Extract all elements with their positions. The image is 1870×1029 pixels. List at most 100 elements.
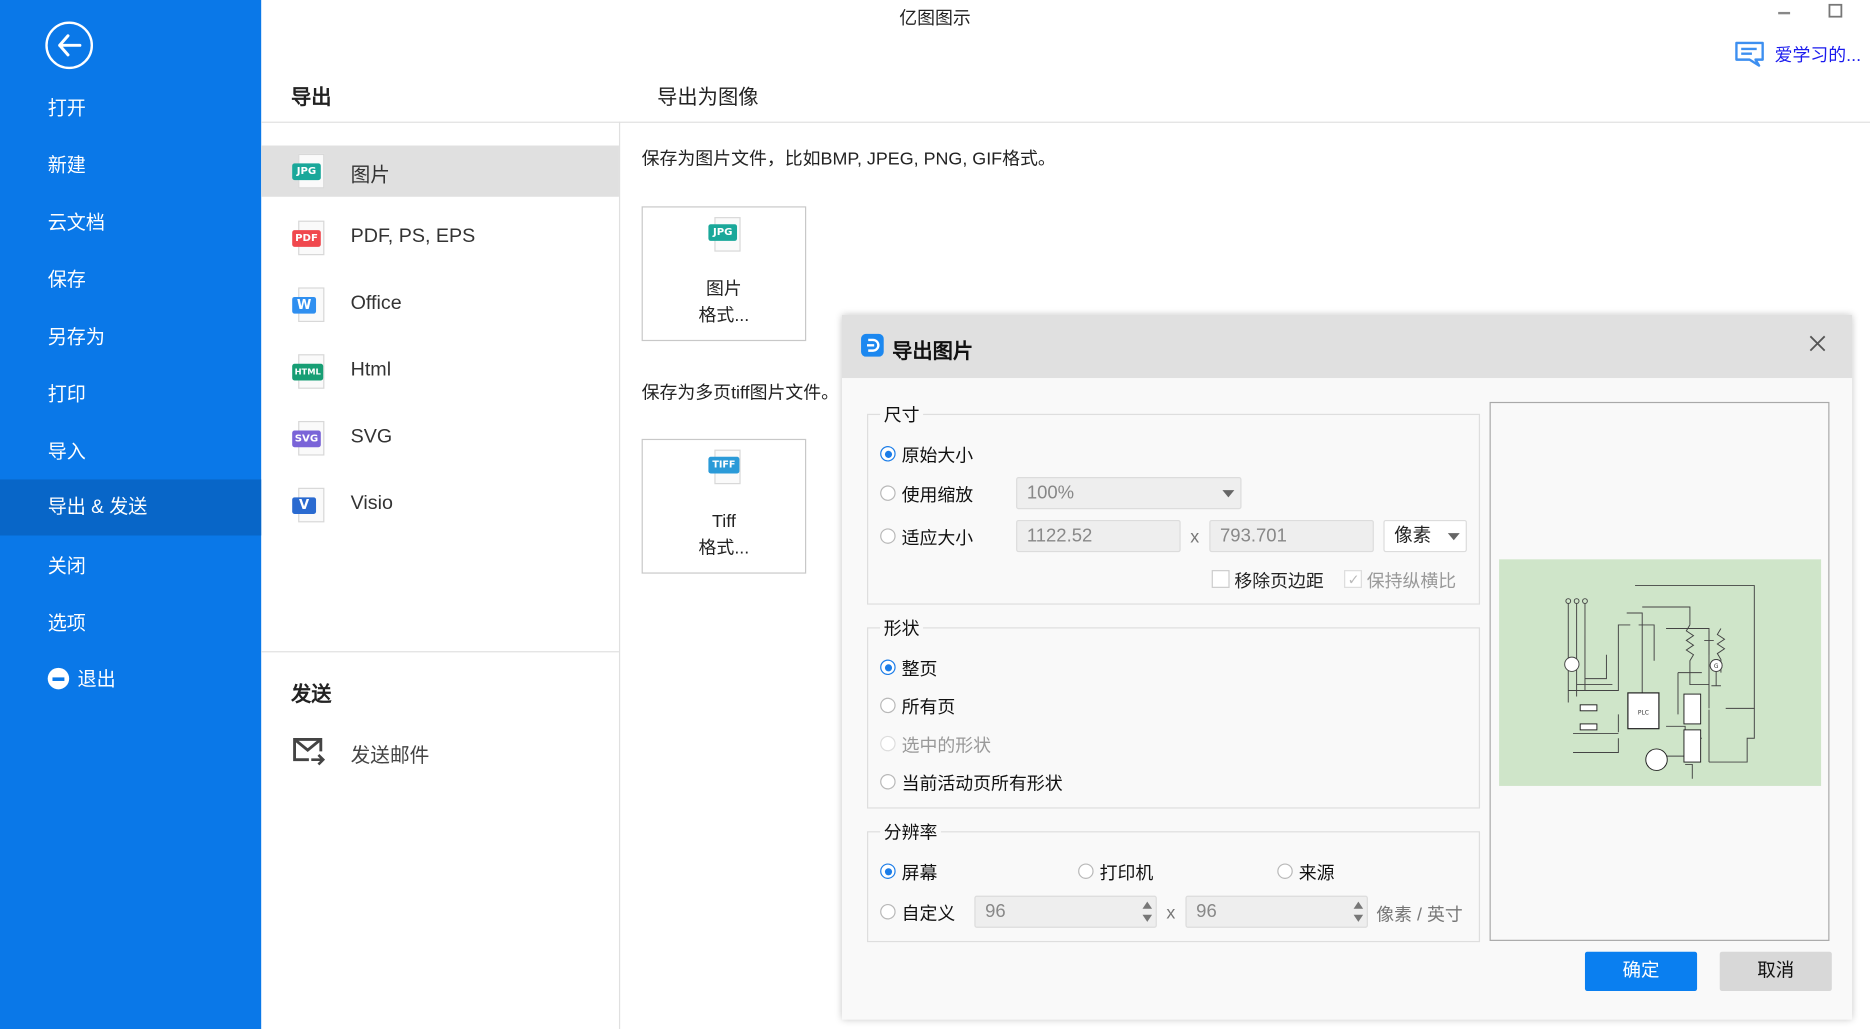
format-item-pdf[interactable]: PDF PDF, PS, EPS (261, 212, 619, 263)
exit-icon (47, 667, 70, 690)
spin-down-icon (1142, 914, 1153, 922)
sidebar-item-save[interactable]: 保存 (0, 253, 261, 309)
tiff-description: 保存为多页tiff图片文件。 (641, 382, 840, 404)
motor-symbol (1564, 656, 1580, 672)
dialog-title: 导出图片 (892, 339, 974, 363)
tile-line2: 格式... (698, 305, 750, 326)
x-label: x (1166, 902, 1176, 924)
export-heading: 导出 (290, 85, 332, 109)
send-divider (261, 651, 619, 653)
image-format-tile[interactable]: JPG 图片 格式... (641, 206, 807, 342)
width-input[interactable]: 1122.52 (1016, 519, 1181, 553)
export-image-dialog: 导出图片 尺寸 原始大小 使用缩放 100% 适应大小 1122.52 x 79… (841, 314, 1853, 1020)
sidebar-item-open[interactable]: 打开 (0, 81, 261, 137)
user-account-link[interactable]: 爱学习的... (1734, 39, 1861, 68)
app-window: 打开 新建 云文档 保存 另存为 打印 导入 导出 & 发送 关闭 选项 退出 … (0, 0, 1870, 1029)
size-group: 尺寸 原始大小 使用缩放 100% 适应大小 1122.52 x 793.701… (867, 401, 1481, 605)
format-item-visio[interactable]: V Visio (261, 479, 619, 530)
switch-2 (1579, 723, 1598, 731)
app-title: 亿图图示 (899, 8, 971, 29)
format-label: Html (350, 358, 392, 381)
x-label: x (1190, 527, 1200, 548)
tiff-file-icon: TIFF (708, 449, 741, 488)
spin-up-icon (1142, 901, 1153, 909)
tile-line1: 图片 (706, 279, 742, 300)
dpi-x-stepper[interactable]: 96 (974, 895, 1157, 928)
svg-file-icon: SVG (292, 420, 325, 457)
tiff-format-tile[interactable]: TIFF Tiff 格式... (641, 438, 807, 574)
circuit-diagram-thumbnail: PLC G (1564, 585, 1755, 779)
preview-pane: PLC G (1489, 401, 1830, 941)
spin-down-icon (1353, 914, 1364, 922)
format-item-html[interactable]: HTML Html (261, 346, 619, 397)
unit-select[interactable]: 像素 (1383, 519, 1467, 553)
format-label: SVG (350, 425, 393, 448)
send-heading: 发送 (290, 683, 332, 707)
jpg-file-icon: JPG (708, 217, 741, 255)
plc-label: PLC (1638, 709, 1649, 716)
sidebar-item-label: 导入 (47, 442, 86, 463)
format-item-svg[interactable]: SVG SVG (261, 413, 619, 464)
sidebar-item-new[interactable]: 新建 (0, 138, 261, 194)
tile-line2: 格式... (698, 537, 750, 559)
visio-file-icon: V (292, 487, 325, 524)
html-file-icon: HTML (292, 354, 325, 390)
ok-button[interactable]: 确定 (1584, 951, 1698, 992)
size-legend: 尺寸 (880, 401, 924, 427)
resolution-group: 分辨率 屏幕 打印机 来源 自定义 96 x 96 像素 / 英寸 (867, 819, 1481, 943)
format-item-office[interactable]: W Office (261, 279, 619, 330)
format-label: PDF, PS, EPS (350, 225, 476, 247)
sidebar-item-save-as[interactable]: 另存为 (0, 310, 261, 366)
header-divider (261, 121, 1870, 123)
format-item-image[interactable]: JPG 图片 (261, 145, 619, 197)
tile-line1: Tiff (711, 511, 736, 532)
spin-up-icon (1353, 901, 1364, 909)
user-name: 爱学习的... (1774, 45, 1862, 66)
format-label: 图片 (350, 164, 390, 187)
chevron-down-icon (1222, 490, 1235, 498)
dpi-y-stepper[interactable]: 96 (1185, 895, 1368, 928)
sidebar-item-import[interactable]: 导入 (0, 425, 261, 481)
sidebar-item-close[interactable]: 关闭 (0, 539, 261, 595)
sidebar-item-label: 保存 (47, 270, 86, 291)
zoom-select[interactable]: 100% (1016, 477, 1242, 510)
relay-coil-2 (1683, 729, 1702, 763)
height-input[interactable]: 793.701 (1209, 519, 1374, 553)
arrow-left-circle-icon (58, 34, 82, 57)
app-logo-icon (861, 333, 884, 357)
maximize-button[interactable] (1822, 2, 1848, 23)
sidebar-item-label: 新建 (47, 156, 86, 177)
sidebar-item-print[interactable]: 打印 (0, 367, 261, 423)
sidebar-item-cloud-docs[interactable]: 云文档 (0, 196, 261, 252)
switch-1 (1579, 704, 1598, 712)
mail-send-icon (293, 737, 326, 766)
send-email-item[interactable]: 发送邮件 (261, 725, 619, 777)
sidebar-item-label: 另存为 (47, 327, 105, 349)
minimize-button[interactable] (1771, 0, 1797, 21)
generator-label: G (1714, 663, 1719, 670)
maximize-icon (1828, 3, 1843, 18)
content-heading: 导出为图像 (657, 85, 759, 109)
sidebar: 打开 新建 云文档 保存 另存为 打印 导入 导出 & 发送 关闭 选项 退出 (0, 0, 262, 1029)
sidebar-item-label: 退出 (77, 670, 116, 691)
sidebar-item-export-send[interactable]: 导出 & 发送 (0, 479, 262, 536)
resolution-legend: 分辨率 (880, 819, 941, 845)
column-divider (618, 121, 621, 1029)
cancel-button[interactable]: 取消 (1719, 951, 1832, 992)
chat-bubble-icon (1735, 41, 1764, 67)
sidebar-item-label: 导出 & 发送 (47, 497, 148, 518)
close-button[interactable] (1804, 332, 1830, 358)
format-label: Visio (350, 492, 393, 515)
motor-2 (1645, 748, 1668, 771)
jpg-file-icon: JPG (292, 153, 325, 190)
image-description: 保存为图片文件，比如BMP, JPEG, PNG, GIF格式。 (641, 149, 1056, 170)
sidebar-item-options[interactable]: 选项 (0, 596, 261, 652)
shape-group: 形状 整页 所有页 选中的形状 当前活动页所有形状 (867, 615, 1481, 809)
format-label: Office (350, 292, 402, 314)
sidebar-item-label: 打开 (47, 98, 86, 120)
sidebar-item-exit[interactable]: 退出 (0, 652, 261, 708)
shape-legend: 形状 (880, 615, 924, 641)
dpi-unit-label: 像素 / 英寸 (1376, 905, 1463, 926)
chevron-down-icon (1447, 533, 1460, 541)
send-email-label: 发送邮件 (350, 745, 430, 767)
